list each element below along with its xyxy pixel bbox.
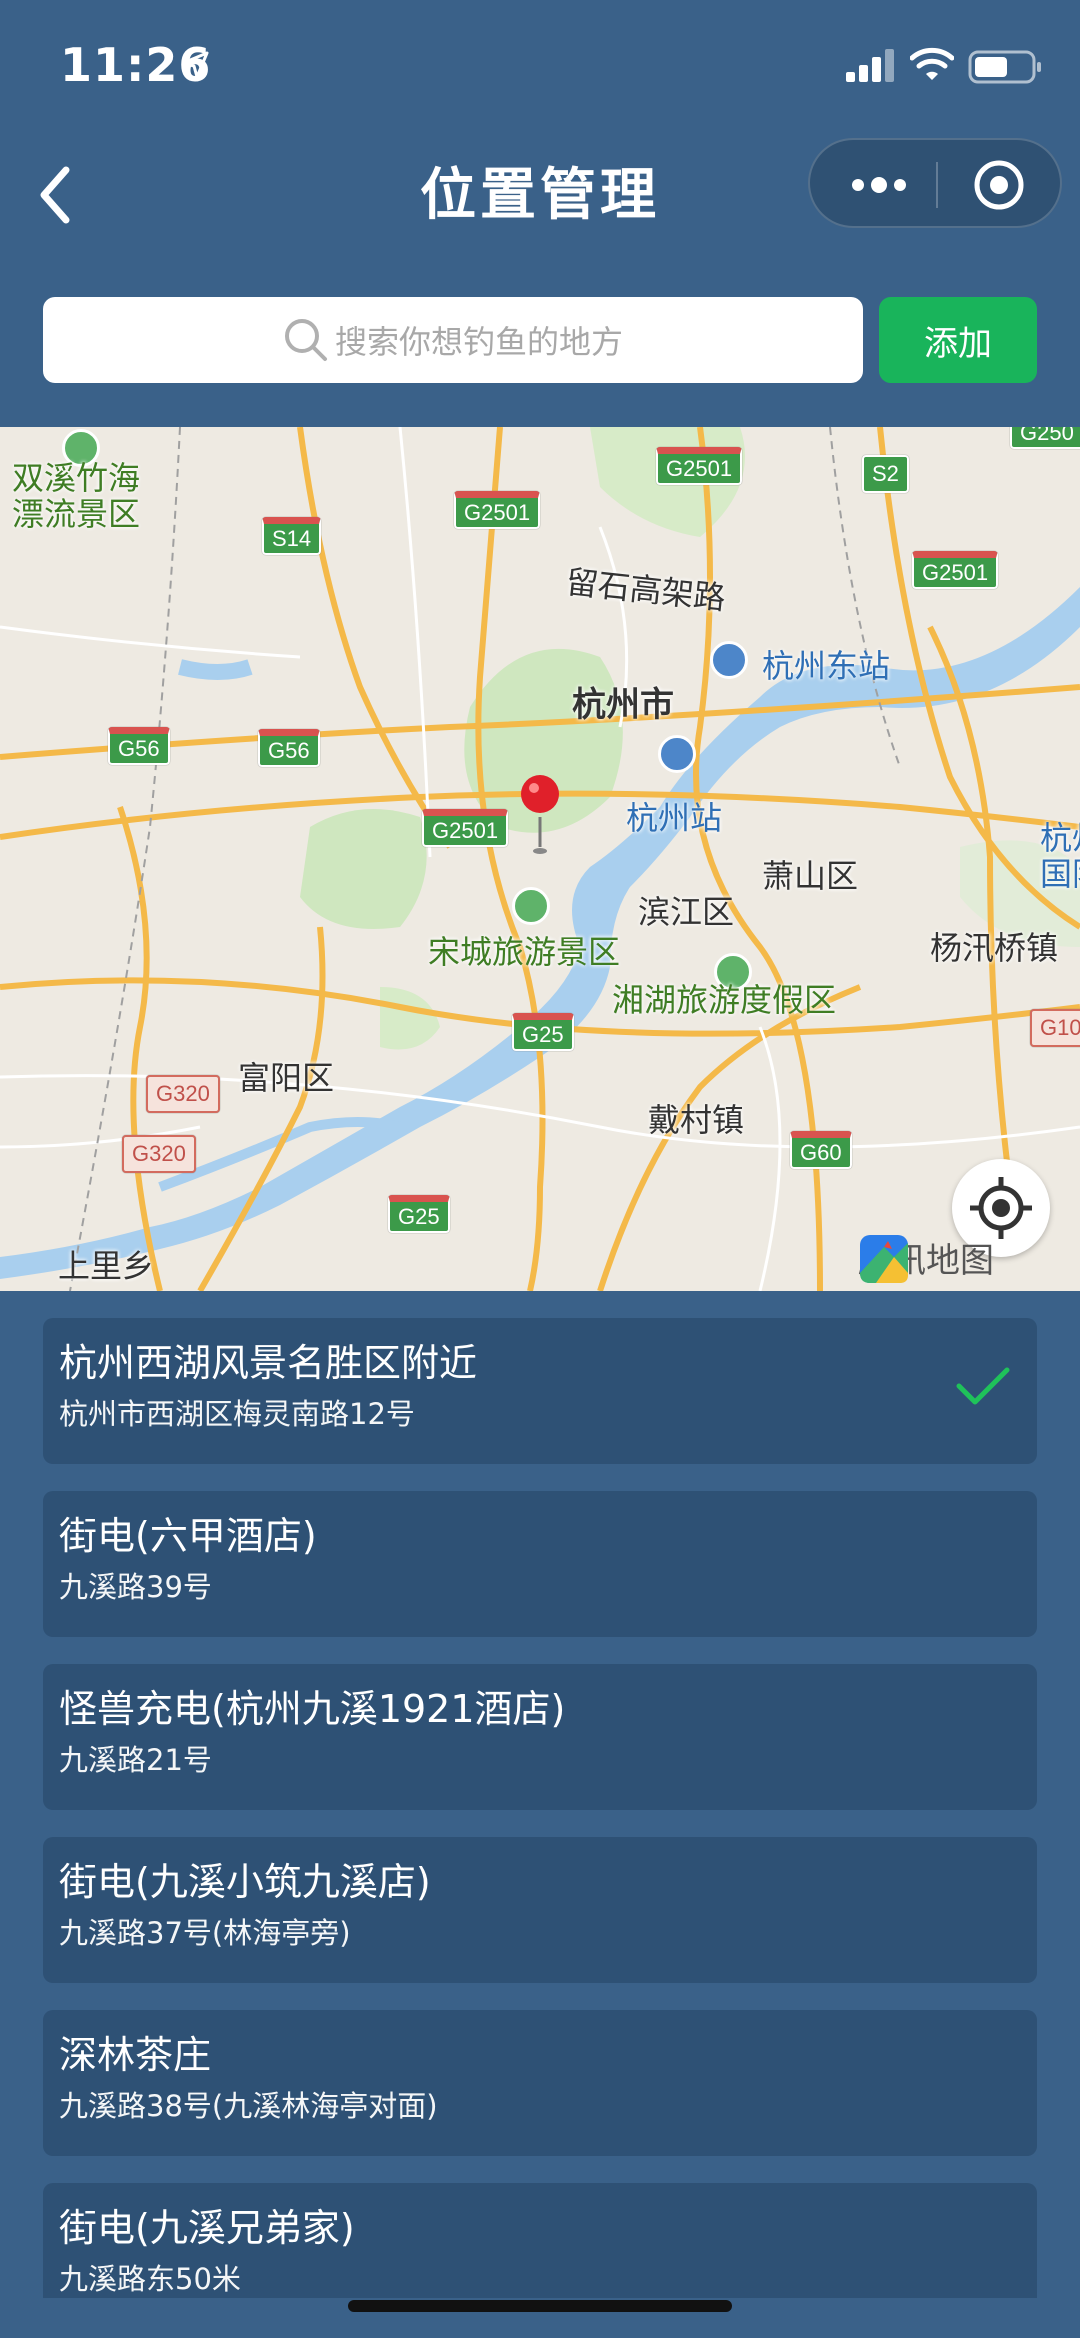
location-list: 杭州西湖风景名胜区附近 杭州市西湖区梅灵南路12号 街电(六甲酒店) 九溪路39… [43,1318,1037,2298]
close-mini-program-icon[interactable] [954,156,1044,214]
list-item[interactable]: 街电(六甲酒店) 九溪路39号 [43,1491,1037,1637]
list-item[interactable]: 街电(九溪小筑九溪店) 九溪路37号(林海亭旁) [43,1837,1037,1983]
wifi-icon [910,47,954,80]
mini-program-capsule [808,138,1062,228]
location-address: 九溪路东50米 [59,2262,241,2296]
road-shield: G56 [108,727,170,765]
checkmark-icon [956,1367,1010,1405]
location-name: 街电(九溪小筑九溪店) [59,1860,431,1904]
road-shield: G320 [122,1135,196,1173]
search-input[interactable]: 搜索你想钓鱼的地方 [43,297,863,383]
location-address: 九溪路38号(九溪林海亭对面) [59,2089,438,2123]
status-bar: 11:26 [0,0,1080,130]
tencent-map-logo-icon [860,1235,908,1283]
road-shield: G2501 [656,447,743,485]
map-label: 杭州东站 [762,647,891,685]
map-label: 萧山区 [762,857,859,895]
map-label: 国际 [1040,855,1080,893]
home-indicator[interactable] [348,2300,732,2312]
list-item[interactable]: 杭州西湖风景名胜区附近 杭州市西湖区梅灵南路12号 [43,1318,1037,1464]
search-icon [284,319,327,361]
train-station-icon [710,641,748,679]
road-shield: G2501 [454,491,541,529]
map-label: 杨汛桥镇 [930,929,1059,967]
battery-icon [968,50,1041,84]
map-label: 杭州站 [626,799,723,837]
list-item[interactable]: 深林茶庄 九溪路38号(九溪林海亭对面) [43,2010,1037,2156]
road-shield: G10 [1030,1009,1080,1047]
map-label: 戴村镇 [648,1101,745,1139]
search-placeholder: 搜索你想钓鱼的地方 [334,323,623,361]
road-shield: G2501 [422,809,509,847]
navigation-bar: 位置管理 [0,130,1080,250]
location-address: 杭州市西湖区梅灵南路12号 [59,1397,415,1431]
road-shield: G60 [790,1131,852,1169]
location-address: 九溪路37号(林海亭旁) [59,1916,351,1950]
cellular-signal-icon [846,49,894,82]
road-shield: G250 [1010,427,1080,449]
scenic-spot-icon [512,887,550,925]
location-name: 深林茶庄 [59,2033,212,2077]
location-arrow-icon [181,51,209,79]
location-address: 九溪路39号 [59,1570,212,1604]
map-label: 漂流景区 [12,495,141,533]
add-button[interactable]: 添加 [879,297,1037,383]
road-shield: S14 [262,517,322,555]
road-shield: G25 [388,1195,450,1233]
map-label: 湘湖旅游度假区 [612,981,837,1019]
map-brand: 腾讯地图 [858,1233,994,1283]
map-label: 滨江区 [638,893,735,931]
map-label: 富阳区 [238,1059,335,1097]
road-shield: G25 [512,1013,574,1051]
map-label: 宋城旅游景区 [428,933,621,971]
map-label: 杭州市 [572,685,674,725]
road-shield: G320 [146,1075,220,1113]
road-shield: G56 [258,729,320,767]
map-view[interactable]: 双溪竹海 漂流景区 留石高架路 杭州东站 杭州市 杭州站 萧山区 滨江区 宋城旅… [0,427,1080,1291]
location-address: 九溪路21号 [59,1743,212,1777]
train-station-icon [658,735,696,773]
list-item[interactable]: 怪兽充电(杭州九溪1921酒店) 九溪路21号 [43,1664,1037,1810]
location-name: 街电(六甲酒店) [59,1514,317,1558]
location-name: 街电(九溪兄弟家) [59,2206,355,2250]
map-label: 上里乡 [58,1247,155,1285]
location-name: 杭州西湖风景名胜区附近 [59,1341,478,1385]
road-shield: G2501 [912,551,999,589]
list-item[interactable]: 街电(九溪兄弟家) 九溪路东50米 [43,2183,1037,2298]
capsule-divider [936,162,938,208]
road-shield: S2 [862,455,909,493]
location-name: 怪兽充电(杭州九溪1921酒店) [59,1687,566,1731]
more-icon[interactable] [834,162,924,208]
